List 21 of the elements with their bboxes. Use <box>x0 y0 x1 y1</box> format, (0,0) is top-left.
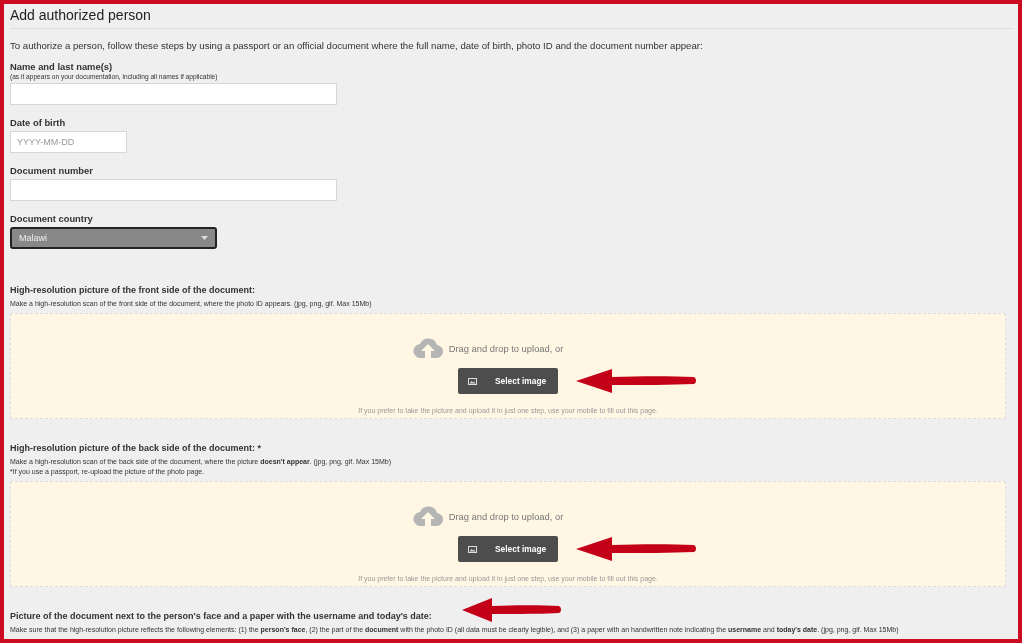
field-label: Name and last name(s) <box>10 61 114 72</box>
cloud-upload-icon <box>412 506 443 526</box>
section-heading: High-resolution picture of the front side of the document: <box>10 285 255 295</box>
image-icon <box>468 545 477 553</box>
caret-icon <box>201 236 208 240</box>
section-heading: Picture of the document next to the person's face and a paper with the username and today's date: <box>10 611 432 621</box>
field-label: Document country <box>10 213 94 224</box>
input-field[interactable] <box>10 179 337 201</box>
drop-text: Drag and drop to upload, or <box>448 342 564 354</box>
field-label: Date of birth <box>10 117 67 128</box>
page-title: Add authorized person <box>10 4 1012 29</box>
input-field[interactable] <box>10 83 337 105</box>
cloud-upload-icon <box>412 338 443 358</box>
select-image-button[interactable]: Select image <box>458 368 558 394</box>
image-icon <box>468 377 477 385</box>
input-field[interactable]: YYYY-MM-DD <box>10 131 127 153</box>
intro-text: To authorize a person, follow these steps by using a passport or an official document where the full name, date of birth, photo ID and the document number appear: <box>10 40 704 51</box>
drop-text: Drag and drop to upload, or <box>448 510 564 522</box>
field-label: Document number <box>10 165 94 176</box>
section-heading: High-resolution picture of the back side of the document: * <box>10 443 261 453</box>
select-image-button[interactable]: Select image <box>458 536 558 562</box>
